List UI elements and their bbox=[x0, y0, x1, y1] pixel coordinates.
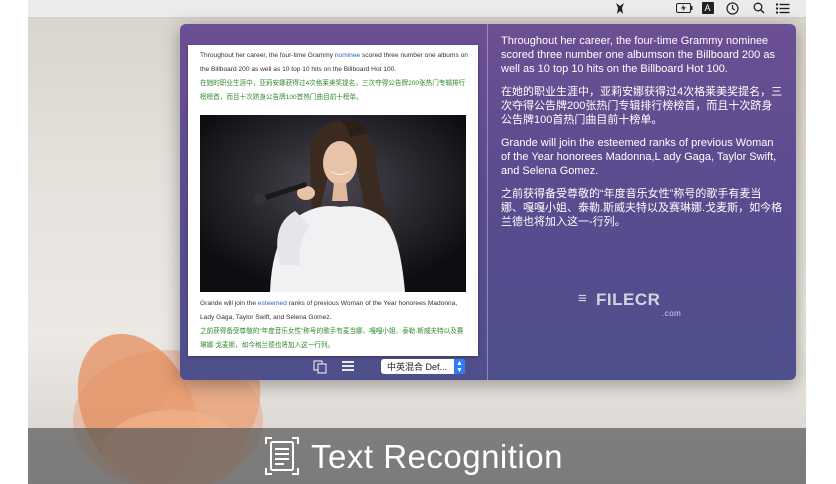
banner-title: Text Recognition bbox=[311, 438, 563, 475]
recognized-paragraph: 在她的职业生涯中，亚莉安娜获得过4次格莱美奖提名，三次夺得公告牌200张热门专辑… bbox=[501, 86, 783, 126]
watermark-text: FILECR bbox=[596, 290, 661, 309]
clock-icon[interactable] bbox=[725, 1, 739, 15]
menu-list-icon[interactable] bbox=[775, 1, 791, 15]
recognized-paragraph: 之前获得备受尊敬的“年度音乐女性”称号的歌手有麦当娜、嘎嘎小姐、泰勒.斯威夫特以… bbox=[501, 188, 783, 228]
recognized-text-panel[interactable]: Throughout her career, the four-time Gra… bbox=[501, 34, 783, 238]
language-select[interactable]: 中英混合 Def... ▲ ▼ bbox=[381, 359, 465, 374]
watermark-suffix: .com bbox=[662, 309, 682, 318]
text-input-label: A bbox=[701, 2, 714, 14]
feature-banner: Text Recognition bbox=[28, 428, 806, 484]
source-english-paragraph-2: Grande will join the esteemed ranks of p… bbox=[200, 297, 468, 325]
menu-bar: A bbox=[28, 0, 806, 18]
source-chinese-paragraph-1: 在她的职业生涯中，亚莉安娜获得过4次格莱美奖提名，三次夺得公告牌200张热门专辑… bbox=[200, 80, 466, 101]
highlighted-word: nominee bbox=[334, 52, 361, 59]
text-segment: Grande will join the bbox=[200, 300, 258, 307]
highlighted-word: esteemed bbox=[257, 300, 287, 307]
source-document-preview: Throughout her career, the four-time Gra… bbox=[188, 45, 478, 356]
text-recognition-icon bbox=[265, 437, 299, 475]
text-segment: Throughout her career, the four-time Gra… bbox=[200, 52, 335, 59]
recognition-popup: Throughout her career, the four-time Gra… bbox=[180, 24, 796, 380]
search-icon[interactable] bbox=[752, 1, 766, 15]
panel-divider bbox=[487, 24, 488, 380]
chevron-up-down-icon: ▲ ▼ bbox=[454, 359, 465, 374]
recognized-paragraph: Grande will join the esteemed ranks of p… bbox=[501, 137, 777, 177]
copy-icon[interactable] bbox=[312, 360, 328, 374]
singer-photo bbox=[200, 115, 466, 292]
source-english-paragraph-1: Throughout her career, the four-time Gra… bbox=[200, 49, 468, 77]
source-chinese-paragraph-2: 之前获得备受尊敬的“年度音乐女性”称号的歌手有麦当娜、嘎嘎小姐、泰勒.斯威夫特以… bbox=[200, 328, 464, 349]
watermark-mark-icon: ≡ bbox=[578, 290, 588, 307]
desktop-background: A Throughout her career, the four-time G… bbox=[28, 0, 806, 484]
recognition-app-icon[interactable] bbox=[612, 1, 628, 15]
singer-photo-illustration bbox=[200, 115, 466, 292]
recognized-paragraph: Throughout her career, the four-time Gra… bbox=[501, 35, 775, 75]
text-input-icon[interactable]: A bbox=[701, 1, 714, 15]
list-view-icon[interactable] bbox=[340, 360, 356, 374]
language-select-value: 中英混合 Def... bbox=[387, 362, 448, 372]
battery-icon[interactable] bbox=[675, 1, 693, 15]
